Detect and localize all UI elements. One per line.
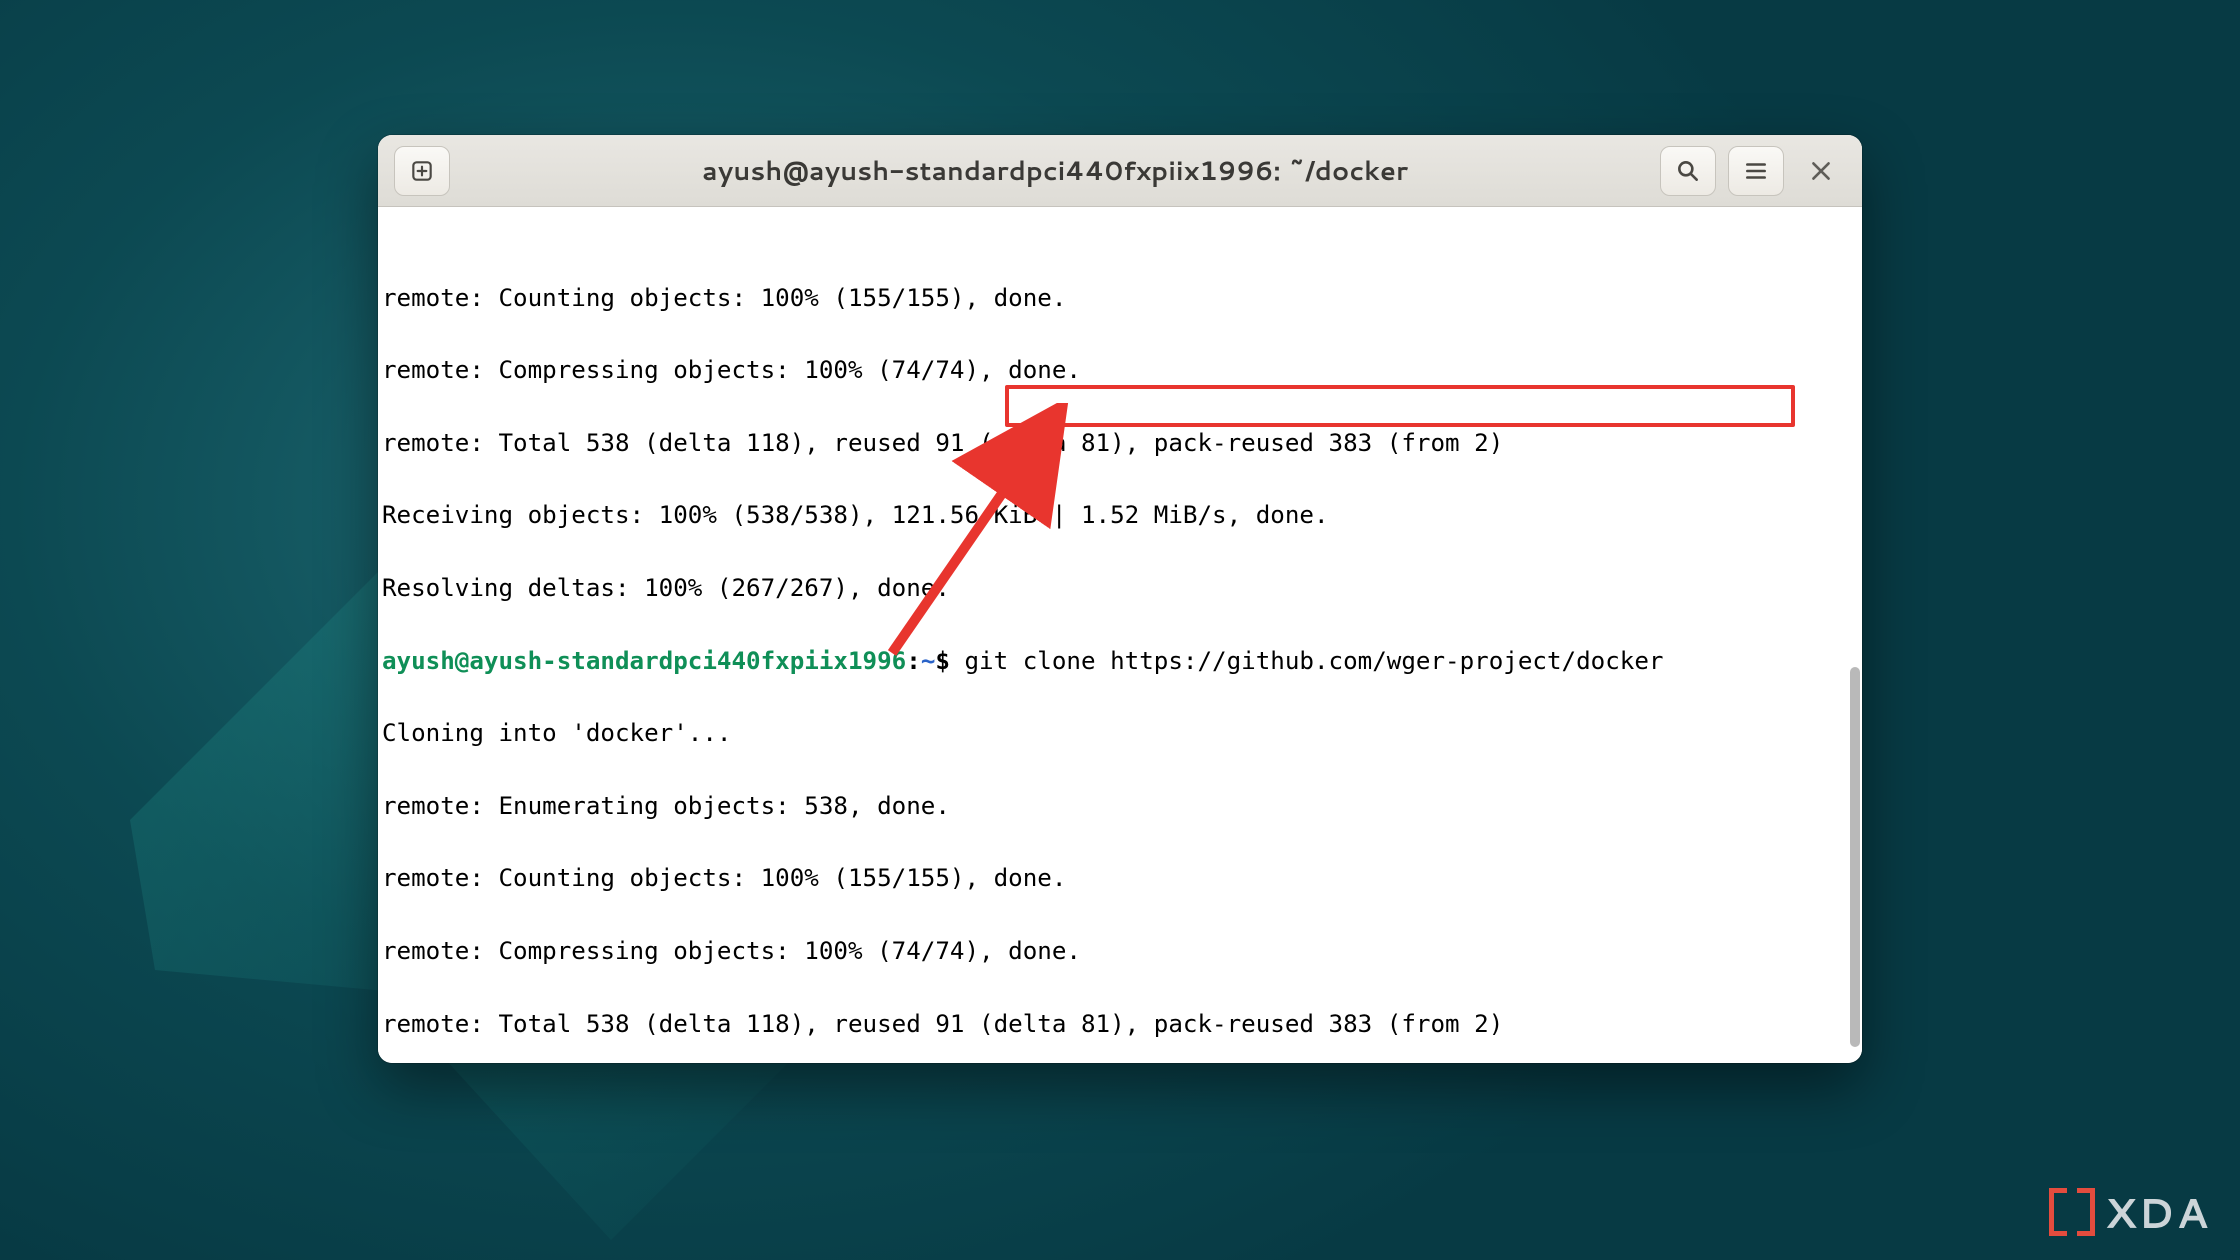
terminal-line: remote: Enumerating objects: 538, done. xyxy=(382,788,1858,824)
command-text: git clone https://github.com/wger-projec… xyxy=(950,643,1664,679)
xda-watermark: XDA xyxy=(2049,1182,2210,1242)
scrollbar-thumb[interactable] xyxy=(1850,667,1860,1047)
terminal-line: remote: Compressing objects: 100% (74/74… xyxy=(382,352,1858,388)
terminal-line: Resolving deltas: 100% (267/267), done. xyxy=(382,570,1858,606)
window-title: ayush@ayush-standardpci440fxpiix1996: ~/… xyxy=(462,153,1648,189)
bracket-icon xyxy=(2049,1188,2067,1236)
terminal-line: remote: Compressing objects: 100% (74/74… xyxy=(382,933,1858,969)
plus-icon xyxy=(409,158,435,184)
close-icon xyxy=(1808,158,1834,184)
terminal-line: Cloning into 'docker'... xyxy=(382,715,1858,751)
terminal-line: remote: Counting objects: 100% (155/155)… xyxy=(382,280,1858,316)
menu-button[interactable] xyxy=(1728,146,1784,196)
search-icon xyxy=(1675,158,1701,184)
window-titlebar: ayush@ayush-standardpci440fxpiix1996: ~/… xyxy=(378,135,1862,207)
annotation-highlight-box xyxy=(1005,385,1795,427)
terminal-line: remote: Counting objects: 100% (155/155)… xyxy=(382,860,1858,896)
terminal-window: ayush@ayush-standardpci440fxpiix1996: ~/… xyxy=(378,135,1862,1063)
terminal-line: remote: Total 538 (delta 118), reused 91… xyxy=(382,1006,1858,1042)
terminal-line: remote: Total 538 (delta 118), reused 91… xyxy=(382,425,1858,461)
search-button[interactable] xyxy=(1660,146,1716,196)
terminal-line: Receiving objects: 100% (538/538), 121.5… xyxy=(382,497,1858,533)
bracket-icon xyxy=(2077,1188,2095,1236)
close-window-button[interactable] xyxy=(1796,146,1846,196)
prompt-userhost: ayush@ayush-standardpci440fxpiix1996 xyxy=(382,643,906,679)
terminal-content[interactable]: remote: Counting objects: 100% (155/155)… xyxy=(378,207,1862,1063)
watermark-text: XDA xyxy=(2105,1182,2210,1242)
prompt-line: ayush@ayush-standardpci440fxpiix1996:~$ … xyxy=(382,643,1858,679)
hamburger-icon xyxy=(1743,158,1769,184)
new-tab-button[interactable] xyxy=(394,146,450,196)
prompt-cwd: ~ xyxy=(921,643,936,679)
desktop-background: ayush@ayush-standardpci440fxpiix1996: ~/… xyxy=(0,0,2240,1260)
